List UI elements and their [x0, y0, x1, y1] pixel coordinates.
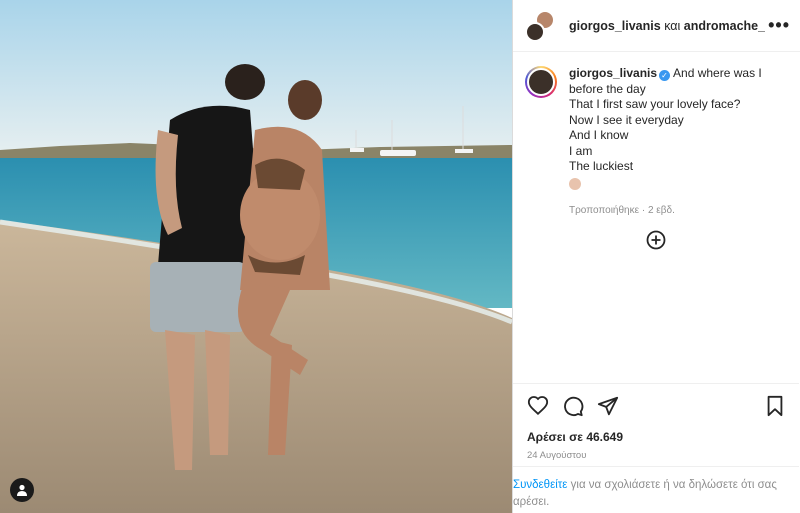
verified-check-icon: ✓	[659, 70, 671, 82]
caption-line: Now I see it everyday	[569, 112, 684, 127]
header-conjunction: και	[664, 18, 681, 33]
add-comment-icon[interactable]	[646, 230, 666, 250]
caption-line: before the day	[569, 81, 646, 96]
edited-timestamp: Τροποποιήθηκε · 2 εβδ.	[569, 205, 675, 216]
post-panel: giorgos_livanis και andromache_di ••• gi…	[512, 0, 800, 513]
avatar	[525, 21, 545, 42]
beach-photo	[0, 0, 512, 513]
caption-avatar[interactable]	[525, 66, 557, 98]
more-options-icon[interactable]: •••	[768, 15, 790, 36]
caption-line: And where was I	[673, 66, 762, 80]
login-prompt: Συνδεθείτε για να σχολιάσετε ή να δηλώσε…	[513, 466, 799, 511]
post-actions: Αρέσει σε 46.649 24 Αυγούστου	[513, 383, 799, 461]
user-icon	[17, 484, 27, 496]
caption-username[interactable]: giorgos_livanis	[569, 66, 657, 80]
like-count[interactable]: Αρέσει σε 46.649	[527, 430, 785, 444]
collab-title: giorgos_livanis και andromache_di	[569, 19, 765, 33]
send-icon[interactable]	[597, 395, 619, 417]
caption-line: That I first saw your lovely face?	[569, 97, 741, 111]
caption-line: And I know	[569, 128, 629, 142]
bookmark-icon[interactable]	[765, 395, 785, 417]
collab-avatars[interactable]	[525, 9, 557, 42]
caption-line: The luckiest	[569, 159, 634, 173]
comment-icon[interactable]	[562, 395, 584, 417]
login-link[interactable]: Συνδεθείτε	[513, 479, 567, 491]
action-bar	[527, 394, 785, 418]
header-username-1[interactable]: giorgos_livanis	[569, 19, 661, 33]
heart-icon[interactable]	[527, 395, 549, 417]
avatar	[527, 68, 555, 96]
caption: giorgos_livanis ✓ And where was I before t…	[513, 52, 800, 219]
caption-body: giorgos_livanis ✓ And where was I before t…	[569, 66, 762, 219]
post-photo[interactable]	[0, 0, 512, 513]
header-username-2[interactable]: andromache_di	[684, 19, 765, 33]
emoji-icon	[569, 177, 581, 190]
tagged-user-icon[interactable]	[10, 478, 34, 502]
post-header: giorgos_livanis και andromache_di •••	[513, 0, 800, 52]
post-date: 24 Αυγούστου	[527, 450, 587, 461]
caption-line: I am	[569, 143, 593, 158]
